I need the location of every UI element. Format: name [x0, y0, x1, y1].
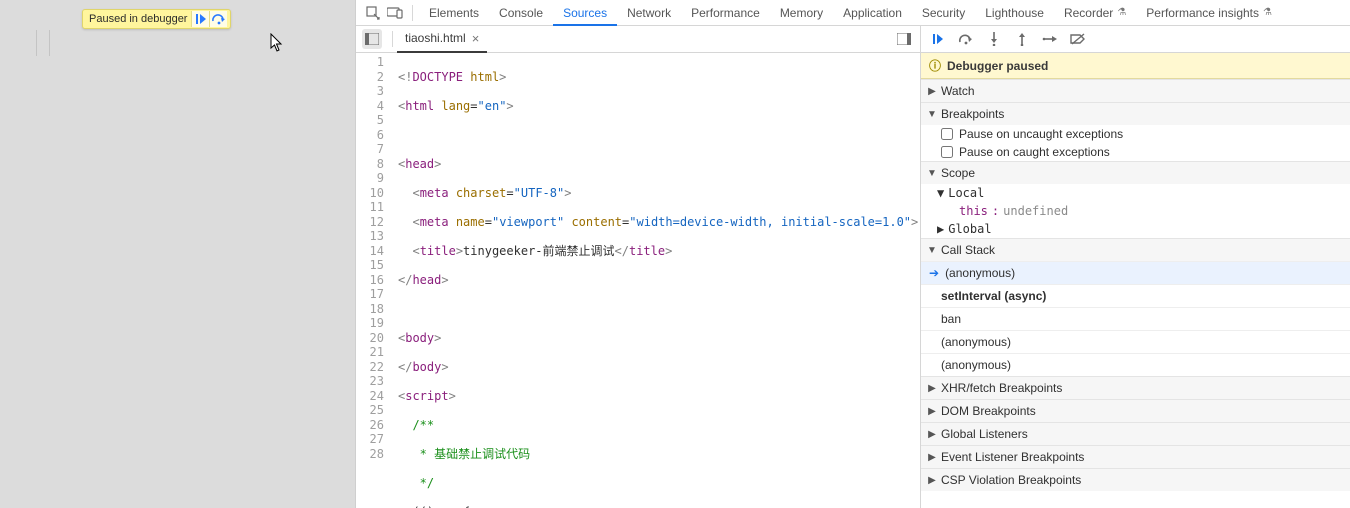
chevron-right-icon: ▶	[937, 222, 944, 236]
tab-lighthouse[interactable]: Lighthouse	[975, 0, 1054, 26]
page-scroll-hint	[49, 30, 50, 56]
devtools-panel: Elements Console Sources Network Perform…	[355, 0, 1350, 508]
tab-memory[interactable]: Memory	[770, 0, 833, 26]
resume-icon-button[interactable]	[191, 11, 209, 27]
tab-network[interactable]: Network	[617, 0, 681, 26]
source-code[interactable]: <!DOCTYPE html> <html lang="en"> <head> …	[392, 53, 920, 508]
flask-icon: ⚗	[1117, 7, 1126, 18]
show-debugger-sidebar-icon[interactable]	[894, 29, 914, 49]
pause-uncaught-checkbox[interactable]	[941, 128, 953, 140]
current-frame-icon: ➔	[929, 266, 939, 280]
debugger-paused-label: Debugger paused	[947, 59, 1048, 73]
global-listeners-header[interactable]: ▶Global Listeners	[921, 422, 1350, 445]
tab-application[interactable]: Application	[833, 0, 912, 26]
line-gutter[interactable]: 1234567891011121314151617181920212223242…	[356, 53, 392, 508]
scope-this[interactable]: this: undefined	[921, 202, 1350, 220]
dom-breakpoints-header[interactable]: ▶DOM Breakpoints	[921, 399, 1350, 422]
stack-frame[interactable]: (anonymous)	[921, 353, 1350, 376]
resume-button[interactable]	[927, 29, 949, 49]
debugger-toolbar	[921, 26, 1350, 53]
sources-filebar: tiaoshi.html ×	[356, 26, 921, 53]
event-listener-bp-header[interactable]: ▶Event Listener Breakpoints	[921, 445, 1350, 468]
pause-uncaught-row[interactable]: Pause on uncaught exceptions	[921, 125, 1350, 143]
stack-frame[interactable]: (anonymous)	[921, 330, 1350, 353]
step-into-button[interactable]	[983, 29, 1005, 49]
paused-overlay: Paused in debugger	[82, 9, 231, 29]
tab-performance[interactable]: Performance	[681, 0, 770, 26]
element-picker-icon[interactable]	[362, 6, 384, 20]
tab-recorder[interactable]: Recorder⚗	[1054, 0, 1136, 26]
devtools-tabbar: Elements Console Sources Network Perform…	[356, 0, 1350, 26]
scope-section-header[interactable]: ▼ Scope	[921, 161, 1350, 184]
breakpoints-section-header[interactable]: ▼ Breakpoints	[921, 102, 1350, 125]
source-file-name: tiaoshi.html	[405, 31, 466, 45]
chevron-right-icon: ▶	[927, 86, 937, 97]
step-button[interactable]	[1039, 29, 1061, 49]
chevron-down-icon: ▼	[927, 168, 937, 179]
device-toolbar-icon[interactable]	[384, 7, 406, 19]
deactivate-breakpoints-button[interactable]	[1067, 29, 1089, 49]
scope-local[interactable]: ▼ Local	[921, 184, 1350, 202]
chevron-down-icon: ▼	[927, 109, 937, 120]
info-icon: ⓘ	[929, 57, 941, 74]
stack-frame[interactable]: ban	[921, 307, 1350, 330]
stack-frame-current[interactable]: ➔ (anonymous)	[921, 261, 1350, 284]
source-editor[interactable]: 1234567891011121314151617181920212223242…	[356, 53, 921, 508]
tab-security[interactable]: Security	[912, 0, 975, 26]
pause-caught-row[interactable]: Pause on caught exceptions	[921, 143, 1350, 161]
step-over-button[interactable]	[955, 29, 977, 49]
page-viewport: Paused in debugger	[0, 0, 355, 508]
step-over-icon-button[interactable]	[209, 11, 227, 27]
csp-violation-bp-header[interactable]: ▶CSP Violation Breakpoints	[921, 468, 1350, 491]
stack-frame-async[interactable]: setInterval (async)	[921, 284, 1350, 307]
scope-global[interactable]: ▶ Global	[921, 220, 1350, 238]
debugger-sidebar: ⓘ Debugger paused ▶ Watch ▼ Breakpoints …	[921, 53, 1350, 508]
tab-performance-insights[interactable]: Performance insights⚗	[1136, 0, 1282, 26]
chevron-down-icon: ▼	[937, 186, 944, 200]
chevron-down-icon: ▼	[927, 245, 937, 256]
page-scroll-hint	[36, 30, 37, 56]
flask-icon: ⚗	[1263, 7, 1272, 18]
tab-console[interactable]: Console	[489, 0, 553, 26]
watch-section-header[interactable]: ▶ Watch	[921, 79, 1350, 102]
close-icon[interactable]: ×	[472, 31, 480, 46]
pause-caught-checkbox[interactable]	[941, 146, 953, 158]
debugger-paused-banner: ⓘ Debugger paused	[921, 53, 1350, 79]
tab-elements[interactable]: Elements	[419, 0, 489, 26]
xhr-breakpoints-header[interactable]: ▶XHR/fetch Breakpoints	[921, 376, 1350, 399]
tab-sources[interactable]: Sources	[553, 0, 617, 26]
source-file-tab[interactable]: tiaoshi.html ×	[397, 26, 487, 53]
show-navigator-icon[interactable]	[362, 29, 382, 49]
step-out-button[interactable]	[1011, 29, 1033, 49]
callstack-section-header[interactable]: ▼ Call Stack	[921, 238, 1350, 261]
paused-overlay-text: Paused in debugger	[89, 13, 191, 25]
